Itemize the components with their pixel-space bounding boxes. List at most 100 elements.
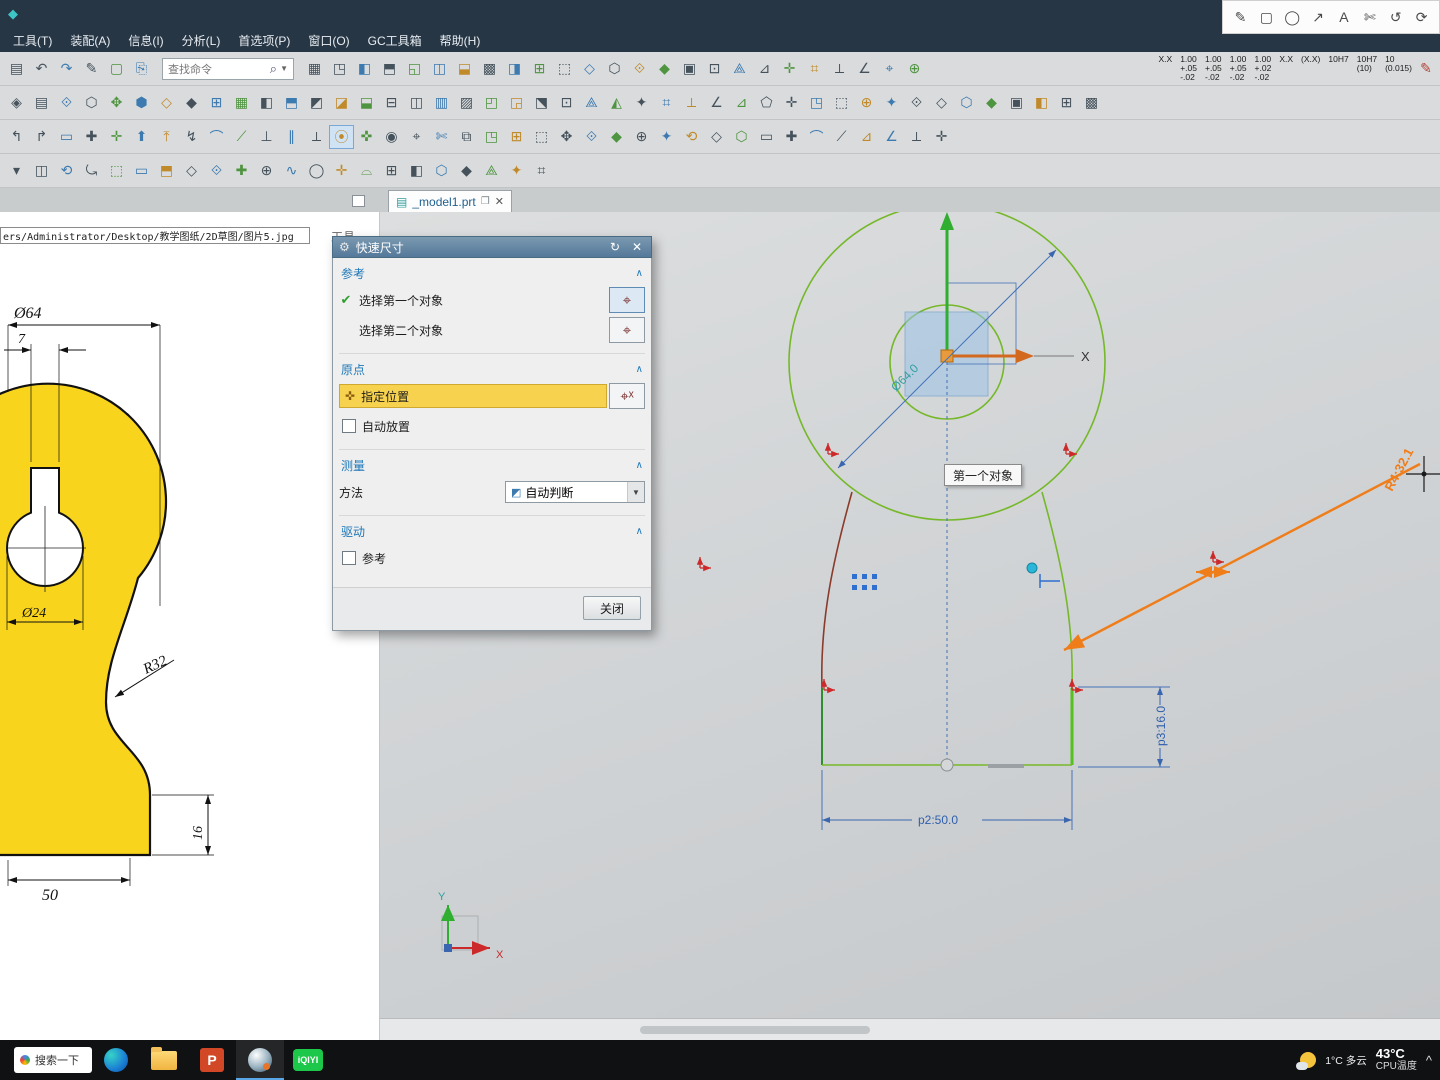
toolbar-icon[interactable]: ⌒ — [804, 125, 829, 149]
toolbar-icon[interactable]: ✦ — [629, 91, 654, 115]
toolbar-icon[interactable]: ⟐ — [627, 57, 652, 81]
toolbar-icon[interactable]: ◧ — [352, 57, 377, 81]
toolbar-icon[interactable]: ⊞ — [204, 91, 229, 115]
toolbar-icon[interactable]: ⟁ — [579, 91, 604, 115]
annotation-tool-icon[interactable]: ↺ — [1385, 6, 1406, 28]
toolbar-icon[interactable]: ⤒ — [154, 125, 179, 149]
taskbar-search[interactable]: 搜索一下 — [14, 1047, 92, 1073]
toolbar-icon[interactable]: ✚ — [229, 159, 254, 183]
toolbar-icon[interactable]: ⟲ — [54, 159, 79, 183]
toolbar-icon[interactable]: ◳ — [804, 91, 829, 115]
toolbar-icon[interactable]: ▦ — [302, 57, 327, 81]
toolbar-icon[interactable]: ✦ — [654, 125, 679, 149]
toolbar-icon[interactable]: ⤿ — [79, 159, 104, 183]
taskbar-app-nx[interactable] — [236, 1040, 284, 1080]
toolbar-icon[interactable]: ∠ — [704, 91, 729, 115]
toolbar-icon[interactable]: ⊞ — [379, 159, 404, 183]
tolerance-cell[interactable]: X.X — [1159, 55, 1173, 64]
toolbar-icon[interactable]: ⊥ — [254, 125, 279, 149]
chevron-down-icon[interactable]: ▼ — [280, 64, 288, 73]
toolbar-icon[interactable]: ◧ — [1029, 91, 1054, 115]
toolbar-icon[interactable]: ⟋ — [229, 125, 254, 149]
toolbar-icon[interactable]: ✚ — [79, 125, 104, 149]
toolbar-icon[interactable]: ∿ — [279, 159, 304, 183]
tab-pin-icon[interactable]: ❐ — [481, 196, 490, 207]
tray-expand-icon[interactable]: ^ — [1426, 1053, 1432, 1068]
toolbar-icon[interactable]: ⊞ — [504, 125, 529, 149]
toolbar-icon[interactable]: ◇ — [704, 125, 729, 149]
snap-point[interactable] — [1026, 562, 1038, 574]
drive-reference-checkbox[interactable] — [342, 551, 356, 565]
toolbar-icon[interactable]: ◩ — [304, 91, 329, 115]
wcs-triad[interactable]: Y X — [438, 891, 504, 961]
toolbar-icon[interactable]: ∥ — [279, 125, 304, 149]
toolbar-icon[interactable]: ⬚ — [829, 91, 854, 115]
toolbar-icon[interactable]: ⬒ — [154, 159, 179, 183]
toolbar-icon[interactable]: ⬠ — [754, 91, 779, 115]
annotation-tool-icon[interactable]: A — [1334, 6, 1355, 28]
midpoint-marker[interactable] — [940, 758, 954, 772]
toolbar-icon[interactable]: ⬔ — [529, 91, 554, 115]
toolbar-icon[interactable]: ◇ — [577, 57, 602, 81]
toolbar-icon[interactable]: ✦ — [504, 159, 529, 183]
toolbar-icon[interactable]: ⬚ — [104, 159, 129, 183]
toolbar-icon[interactable]: ⊡ — [554, 91, 579, 115]
toolbar-icon[interactable]: ⬚ — [529, 125, 554, 149]
tolerance-cell[interactable]: 10 (0.015) — [1385, 55, 1412, 73]
dim-text-p3[interactable]: p3:16.0 — [1154, 706, 1168, 746]
toolbar-icon[interactable]: ⟲ — [679, 125, 704, 149]
toolbar-icon[interactable]: ⟂ — [679, 91, 704, 115]
menu-item[interactable]: 工具(T) — [4, 28, 61, 53]
toolbar-icon[interactable]: ✛ — [777, 57, 802, 81]
menu-item[interactable]: 分析(L) — [173, 28, 230, 53]
toolbar-icon[interactable]: ▣ — [677, 57, 702, 81]
menu-item[interactable]: 装配(A) — [61, 28, 119, 53]
cpu-temp-widget[interactable]: 43°C CPU温度 — [1376, 1047, 1417, 1073]
toolbar-icon[interactable]: ◨ — [502, 57, 527, 81]
toolbar-icon[interactable]: ⊿ — [854, 125, 879, 149]
taskbar-app-explorer[interactable] — [140, 1040, 188, 1080]
toolbar-icon[interactable]: ✛ — [779, 91, 804, 115]
toolbar-icon[interactable]: ⬡ — [429, 159, 454, 183]
toolbar-icon[interactable]: ▭ — [54, 125, 79, 149]
toolbar-icon[interactable]: ⊟ — [379, 91, 404, 115]
toolbar-icon[interactable]: ✛ — [104, 125, 129, 149]
taskbar-app-iqiyi[interactable]: iQIYI — [284, 1040, 332, 1080]
toolbar-icon[interactable]: ⟋ — [829, 125, 854, 149]
toolbar-icon[interactable]: ↱ — [29, 125, 54, 149]
weather-text[interactable]: 1°C 多云 — [1325, 1053, 1367, 1068]
toolbar-icon[interactable]: ⌖ — [877, 57, 902, 81]
toolbar-icon[interactable]: ◳ — [479, 125, 504, 149]
toolbar-icon[interactable]: ▨ — [454, 91, 479, 115]
toolbar-icon[interactable]: ◇ — [179, 159, 204, 183]
toolbar-icon[interactable]: ✚ — [779, 125, 804, 149]
tolerance-cell[interactable]: X.X — [1279, 55, 1293, 64]
toolbar-icon[interactable]: ⦿ — [329, 124, 354, 149]
section-reference[interactable]: 参考 ∧ — [333, 260, 651, 285]
specify-location-field[interactable]: ✜ 指定位置 — [339, 384, 607, 408]
toolbar-icon[interactable]: ◫ — [29, 159, 54, 183]
menu-item[interactable]: 窗口(O) — [299, 28, 358, 53]
toolbar-icon[interactable]: ⌗ — [802, 57, 827, 81]
toolbar-icon[interactable]: ↶ — [29, 57, 54, 81]
toolbar-icon[interactable]: ⊿ — [752, 57, 777, 81]
toolbar-icon[interactable]: ▥ — [429, 91, 454, 115]
menu-item[interactable]: 帮助(H) — [431, 28, 490, 53]
annotation-tool-icon[interactable]: ◯ — [1282, 6, 1303, 28]
origin-handle[interactable] — [940, 349, 954, 363]
toolbar-icon[interactable]: ◲ — [504, 91, 529, 115]
toolbar-icon[interactable]: ◱ — [402, 57, 427, 81]
toolbar-icon[interactable]: ⊿ — [729, 91, 754, 115]
tolerance-cell[interactable]: 1.00 +.05 -.02 — [1205, 55, 1222, 82]
toolbar-icon[interactable]: ⬆ — [129, 125, 154, 149]
annotation-tool-icon[interactable]: ↗ — [1308, 6, 1329, 28]
toolbar-icon[interactable]: ⎘ — [129, 57, 154, 81]
toolbar-icon[interactable]: ◯ — [304, 159, 329, 183]
toolbar-icon[interactable]: ⟁ — [479, 159, 504, 183]
toolbar-icon[interactable]: ⌒ — [204, 125, 229, 149]
tab-close-icon[interactable]: ✕ — [495, 195, 504, 208]
toolbar-icon[interactable]: ⟂ — [827, 57, 852, 81]
toolbar-icon[interactable]: ◳ — [327, 57, 352, 81]
section-origin[interactable]: 原点 ∧ — [333, 356, 651, 381]
toolbar-icon[interactable]: ✥ — [554, 125, 579, 149]
